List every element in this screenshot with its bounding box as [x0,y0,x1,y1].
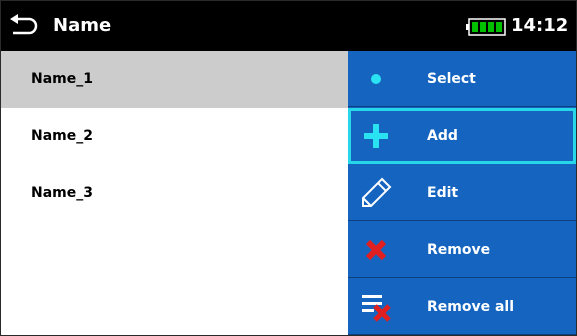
edit-button[interactable]: Edit [348,165,576,221]
dot-icon [358,61,394,97]
red-x-icon [358,232,394,268]
list-item[interactable]: Name_3 [1,165,348,222]
select-label: Select [427,71,476,87]
header-bar: Name 14:12 [1,1,576,51]
remove-all-icon [358,289,394,325]
clock-time: 14:12 [511,15,569,36]
remove-all-button[interactable]: Remove all [348,279,576,335]
plus-icon [358,118,394,154]
list-item[interactable]: Name_2 [1,108,348,165]
list-item-label: Name_3 [31,185,93,201]
list-item-label: Name_2 [31,128,93,144]
edit-label: Edit [427,185,459,201]
remove-label: Remove [427,242,491,258]
list-item-label: Name_1 [31,71,93,87]
remove-button[interactable]: Remove [348,222,576,278]
add-button[interactable]: Add [348,108,576,164]
page-title: Name [53,15,112,36]
screen-frame: Name 14:12 Name_1 Name_2 Name_3 Select A… [0,0,577,336]
pencil-icon [358,175,394,211]
remove-all-label: Remove all [427,299,515,315]
side-menu: Select Add Edit Remove Remove all [348,51,576,335]
list-item[interactable]: Name_1 [1,51,348,108]
back-arrow-icon[interactable] [7,11,43,41]
battery-icon [466,18,506,36]
select-button[interactable]: Select [348,51,576,107]
add-label: Add [427,128,458,144]
name-list: Name_1 Name_2 Name_3 [1,51,348,335]
